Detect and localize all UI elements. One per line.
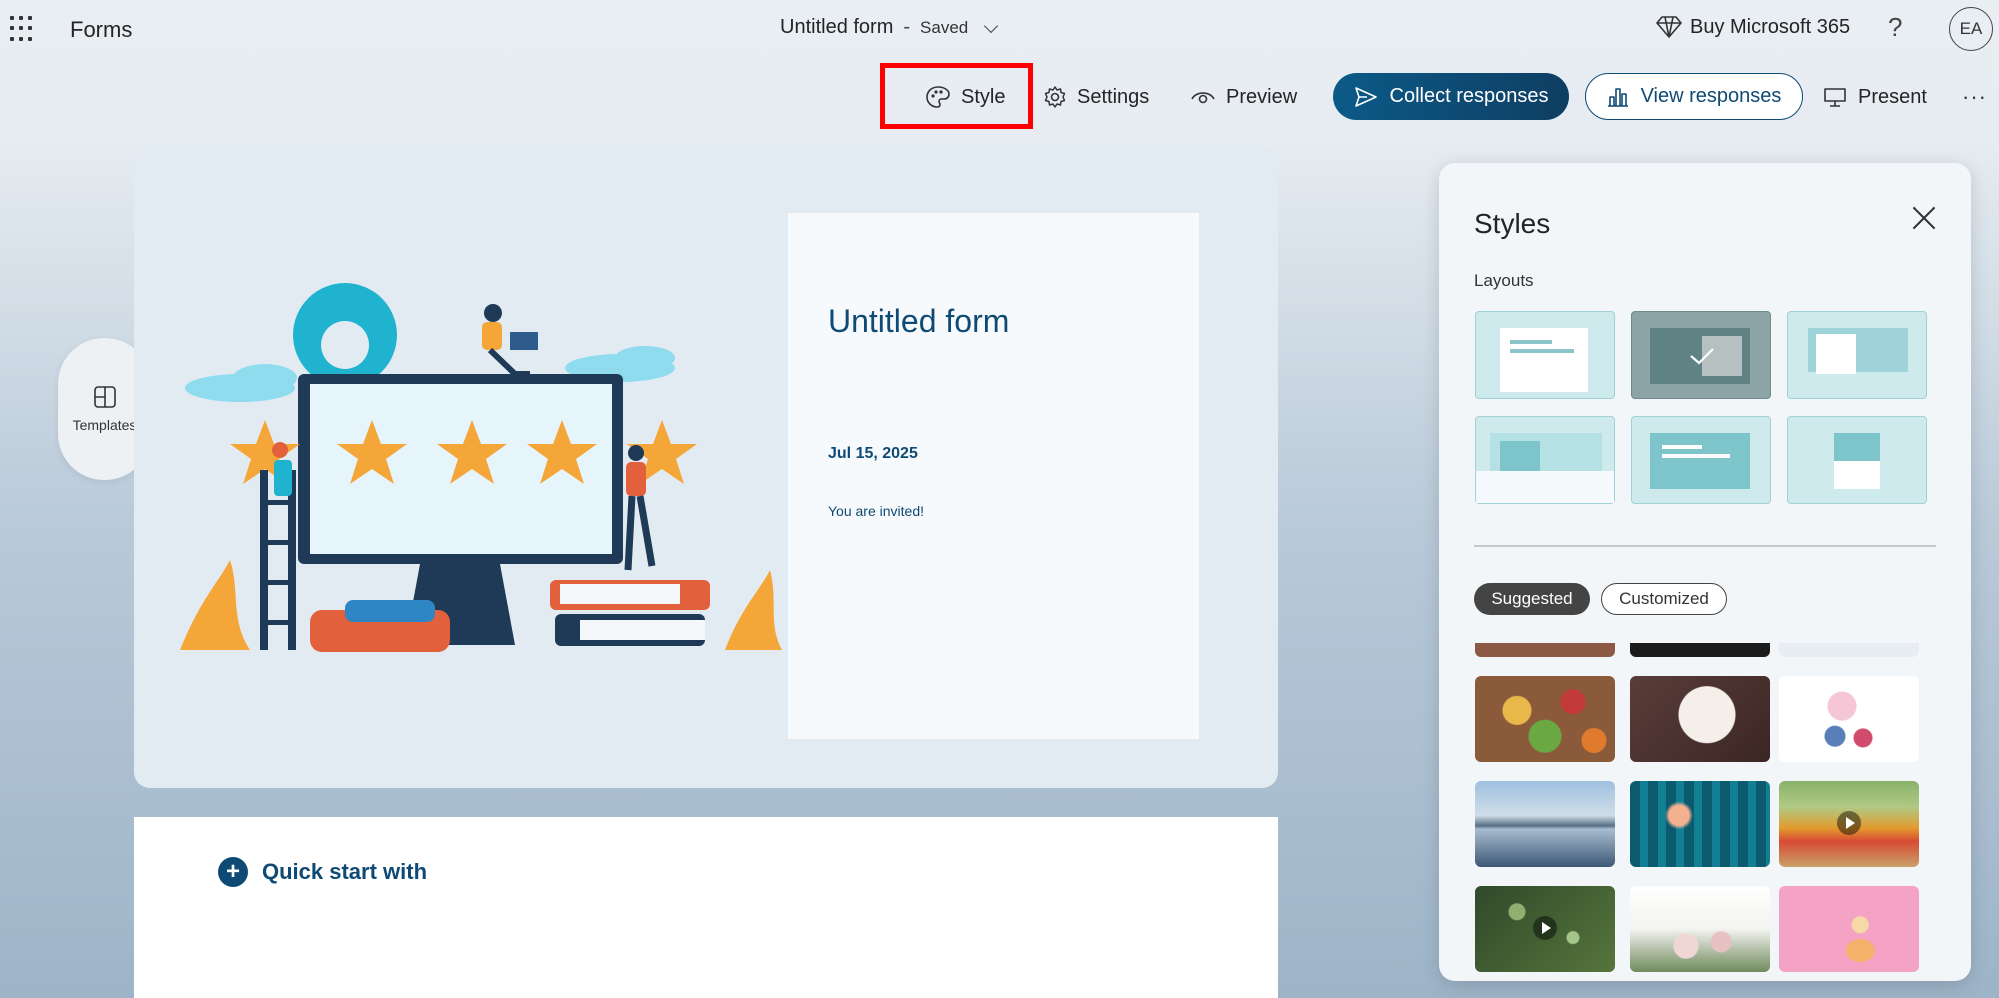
form-banner-illustration <box>180 283 782 652</box>
style-button-highlight <box>880 63 1033 129</box>
view-label: View responses <box>1640 85 1782 107</box>
styles-panel-title: Styles <box>1474 208 1551 239</box>
chevron-down-icon <box>984 18 999 33</box>
form-date: Jul 15, 2025 <box>828 445 918 462</box>
layout-option-2-selected[interactable] <box>1631 311 1771 399</box>
theme-thumbnail-mountain[interactable] <box>1475 781 1615 867</box>
layout-option-3[interactable] <box>1787 311 1927 399</box>
title-separator: - <box>903 16 911 38</box>
templates-icon <box>93 386 116 408</box>
checkmark-icon <box>1690 348 1714 365</box>
layout-option-6[interactable] <box>1787 416 1927 504</box>
present-label: Present <box>1858 85 1927 108</box>
avatar[interactable]: EA <box>1949 7 1993 51</box>
plus-icon: + <box>218 857 248 887</box>
bar-chart-icon <box>1607 87 1628 107</box>
collect-label: Collect responses <box>1389 85 1549 107</box>
view-responses-button[interactable]: View responses <box>1585 73 1803 120</box>
theme-thumbnail-playground[interactable] <box>1779 781 1919 867</box>
layout-option-1[interactable] <box>1475 311 1615 399</box>
form-title[interactable]: Untitled form <box>828 303 1009 340</box>
diamond-icon <box>1656 16 1682 38</box>
form-title-dropdown[interactable]: Untitled form - Saved <box>780 16 999 39</box>
app-launcher-icon[interactable] <box>10 16 36 42</box>
settings-label: Settings <box>1077 85 1150 108</box>
theme-thumbnail-people[interactable] <box>1779 676 1919 762</box>
gear-icon <box>1044 86 1066 108</box>
present-button[interactable]: Present <box>1822 70 1927 124</box>
close-icon[interactable] <box>1909 203 1939 233</box>
theme-thumbnail-coffee[interactable] <box>1630 676 1770 762</box>
layout-option-5[interactable] <box>1631 416 1771 504</box>
templates-label: Templates <box>72 417 137 433</box>
layouts-label: Layouts <box>1474 271 1534 290</box>
app-name[interactable]: Forms <box>70 17 132 43</box>
settings-button[interactable]: Settings <box>1043 70 1149 124</box>
quick-start-button[interactable]: + Quick start with <box>218 857 427 887</box>
header-form-title: Untitled form <box>780 16 894 38</box>
form-title-card[interactable]: Untitled form Jul 15, 2025 You are invit… <box>788 213 1199 739</box>
quick-start-label: Quick start with <box>262 859 428 884</box>
layout-option-4[interactable] <box>1475 416 1615 504</box>
theme-thumbnail-partial[interactable] <box>1630 643 1770 657</box>
save-status: Saved <box>920 17 969 37</box>
suggested-tab[interactable]: Suggested <box>1474 583 1590 615</box>
preview-button[interactable]: Preview <box>1190 70 1297 124</box>
form-description[interactable]: You are invited! <box>828 503 924 519</box>
buy-label: Buy Microsoft 365 <box>1690 15 1851 38</box>
theme-thumbnail-partial[interactable] <box>1779 643 1919 657</box>
preview-label: Preview <box>1226 85 1298 108</box>
eye-icon <box>1191 92 1215 104</box>
quick-start-section: + Quick start with <box>134 817 1278 998</box>
top-bar: Forms Untitled form - Saved Buy Microsof… <box>0 0 1999 58</box>
theme-thumbnail-cupcake[interactable] <box>1779 886 1919 972</box>
customized-tab[interactable]: Customized <box>1601 583 1727 615</box>
collect-responses-button[interactable]: Collect responses <box>1333 73 1569 120</box>
theme-thumbnail-flowers[interactable] <box>1630 886 1770 972</box>
play-icon <box>1533 916 1557 940</box>
styles-panel: Styles Layouts Suggested Customized <box>1439 163 1971 981</box>
help-icon[interactable]: ? <box>1888 12 1902 43</box>
panel-divider <box>1474 545 1936 547</box>
send-icon <box>1354 86 1377 107</box>
play-icon <box>1837 811 1861 835</box>
theme-thumbnail-food[interactable] <box>1475 676 1615 762</box>
theme-thumbnail-curtain[interactable] <box>1630 781 1770 867</box>
theme-thumbnail-bubbles[interactable] <box>1475 886 1615 972</box>
buy-microsoft-365-button[interactable]: Buy Microsoft 365 <box>1656 15 1850 39</box>
theme-thumbnail-partial[interactable] <box>1475 643 1615 657</box>
monitor-icon <box>1824 88 1846 107</box>
more-options-icon[interactable]: ··· <box>1962 84 1987 110</box>
